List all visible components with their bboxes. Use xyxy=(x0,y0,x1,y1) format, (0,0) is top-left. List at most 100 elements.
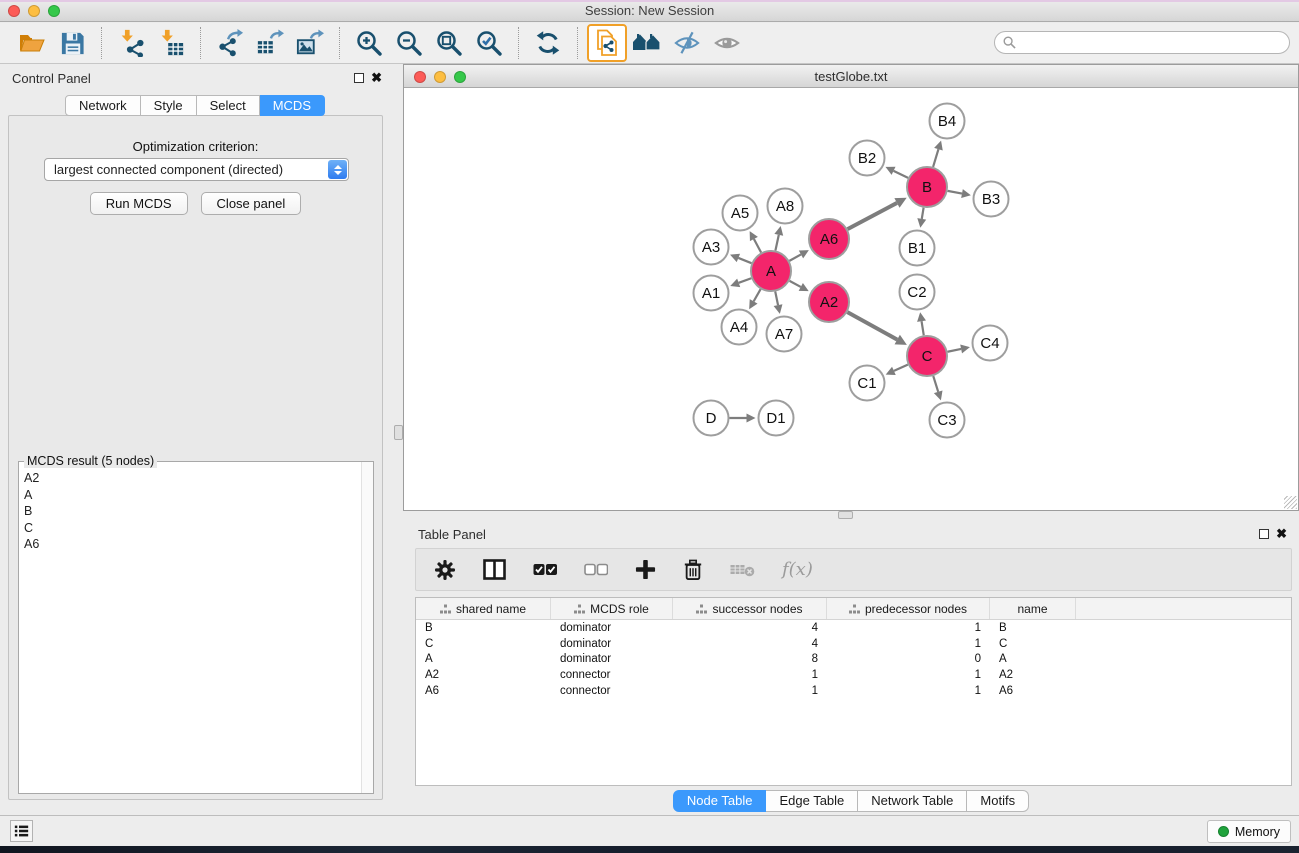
edge-A6-B[interactable] xyxy=(848,203,897,229)
edge-A-A7[interactable] xyxy=(775,292,778,306)
function-builder-button-disabled[interactable]: f(x) xyxy=(782,559,813,580)
table-row[interactable]: Adominator80A xyxy=(416,652,1291,668)
cell-shared-name[interactable]: C xyxy=(416,638,551,650)
cell-successor-nodes[interactable]: 8 xyxy=(673,653,827,665)
cell-predecessor-nodes[interactable]: 1 xyxy=(827,638,990,650)
table-settings-button[interactable] xyxy=(434,559,456,581)
cell-predecessor-nodes[interactable]: 1 xyxy=(827,669,990,681)
cell-mcds-role[interactable]: dominator xyxy=(551,622,673,634)
optimization-criterion-select[interactable]: largest connected component (directed) xyxy=(44,158,349,181)
table-row[interactable]: A2connector11A2 xyxy=(416,667,1291,683)
mcds-result-item[interactable]: A6 xyxy=(24,536,361,553)
cell-name[interactable]: A6 xyxy=(990,685,1076,697)
cell-shared-name[interactable]: A6 xyxy=(416,685,551,697)
tab-network-table[interactable]: Network Table xyxy=(858,790,967,812)
import-table-button[interactable] xyxy=(151,25,191,61)
edge-A-A5[interactable] xyxy=(754,239,761,252)
delete-row-button[interactable] xyxy=(683,559,703,581)
cell-name[interactable]: B xyxy=(990,622,1076,634)
cell-name[interactable]: A2 xyxy=(990,669,1076,681)
zoom-out-button[interactable] xyxy=(389,25,429,61)
mcds-result-item[interactable]: C xyxy=(24,520,361,537)
cell-mcds-role[interactable]: dominator xyxy=(551,653,673,665)
cell-successor-nodes[interactable]: 4 xyxy=(673,622,827,634)
search-input[interactable] xyxy=(1021,36,1281,50)
edge-C-C2[interactable] xyxy=(922,321,924,335)
close-panel-button[interactable]: Close panel xyxy=(201,192,302,215)
column-header-name[interactable]: name xyxy=(990,598,1076,619)
cell-shared-name[interactable]: A2 xyxy=(416,669,551,681)
create-column-button[interactable] xyxy=(635,559,656,580)
mcds-result-item[interactable]: A xyxy=(24,487,361,504)
edge-B-B1[interactable] xyxy=(922,208,924,219)
network-canvas[interactable]: AA1A2A3A4A5A6A7A8BB1B2B3B4CC1C2C3C4DD1 xyxy=(404,88,1298,510)
edge-C-C3[interactable] xyxy=(933,376,938,392)
cell-successor-nodes[interactable]: 1 xyxy=(673,685,827,697)
edge-A2-C[interactable] xyxy=(847,312,897,339)
edge-A-A1[interactable] xyxy=(739,278,752,283)
run-mcds-button[interactable]: Run MCDS xyxy=(90,192,188,215)
tab-mcds[interactable]: MCDS xyxy=(260,95,325,116)
edge-A-A3[interactable] xyxy=(738,258,751,263)
column-header-shared-name[interactable]: shared name xyxy=(416,598,551,619)
mcds-result-scrollbar[interactable] xyxy=(361,462,373,793)
cell-mcds-role[interactable]: dominator xyxy=(551,638,673,650)
search-field[interactable] xyxy=(994,31,1290,54)
tab-network[interactable]: Network xyxy=(65,95,141,116)
zoom-fit-button[interactable] xyxy=(429,25,469,61)
network-overview-button[interactable] xyxy=(587,24,627,62)
edge-A-A2[interactable] xyxy=(790,281,801,287)
cell-predecessor-nodes[interactable]: 1 xyxy=(827,622,990,634)
cell-successor-nodes[interactable]: 4 xyxy=(673,638,827,650)
cell-successor-nodes[interactable]: 1 xyxy=(673,669,827,681)
deselect-all-button[interactable] xyxy=(584,563,608,576)
edge-A-A8[interactable] xyxy=(775,235,778,251)
zoom-in-button[interactable] xyxy=(349,25,389,61)
tab-motifs[interactable]: Motifs xyxy=(967,790,1029,812)
edge-A-A6[interactable] xyxy=(789,254,801,260)
column-header-predecessor-nodes[interactable]: predecessor nodes xyxy=(827,598,990,619)
mcds-result-item[interactable]: B xyxy=(24,503,361,520)
export-table-button[interactable] xyxy=(250,25,290,61)
export-image-button[interactable] xyxy=(290,25,330,61)
vertical-splitter-grip[interactable] xyxy=(394,425,403,440)
mcds-result-item[interactable]: A2 xyxy=(24,470,361,487)
task-history-button[interactable] xyxy=(10,820,33,842)
delete-column-button-disabled[interactable] xyxy=(730,562,755,578)
cell-predecessor-nodes[interactable]: 1 xyxy=(827,685,990,697)
close-panel-icon[interactable]: ✖ xyxy=(371,70,382,86)
show-details-button[interactable] xyxy=(707,25,747,61)
edge-A-A4[interactable] xyxy=(754,289,761,301)
table-row[interactable]: A6connector11A6 xyxy=(416,683,1291,699)
cell-predecessor-nodes[interactable]: 0 xyxy=(827,653,990,665)
home-button[interactable] xyxy=(627,25,667,61)
cell-mcds-role[interactable]: connector xyxy=(551,685,673,697)
float-table-panel-icon[interactable] xyxy=(1259,529,1269,539)
tab-edge-table[interactable]: Edge Table xyxy=(766,790,858,812)
cell-shared-name[interactable]: A xyxy=(416,653,551,665)
cell-name[interactable]: C xyxy=(990,638,1076,650)
export-network-button[interactable] xyxy=(210,25,250,61)
tab-select[interactable]: Select xyxy=(197,95,260,116)
edge-B-B4[interactable] xyxy=(933,149,938,167)
edge-C-C4[interactable] xyxy=(948,349,962,352)
cell-shared-name[interactable]: B xyxy=(416,622,551,634)
memory-button[interactable]: Memory xyxy=(1207,820,1291,843)
open-session-button[interactable] xyxy=(12,25,52,61)
column-header-successor-nodes[interactable]: successor nodes xyxy=(673,598,827,619)
resize-grip-icon[interactable] xyxy=(1284,496,1297,509)
zoom-selected-button[interactable] xyxy=(469,25,509,61)
cell-name[interactable]: A xyxy=(990,653,1076,665)
edge-B-B3[interactable] xyxy=(948,191,962,194)
select-all-button[interactable] xyxy=(533,563,557,576)
column-header-mcds-role[interactable]: MCDS role xyxy=(551,598,673,619)
import-network-button[interactable] xyxy=(111,25,151,61)
float-panel-icon[interactable] xyxy=(354,73,364,83)
refresh-button[interactable] xyxy=(528,25,568,61)
tab-style[interactable]: Style xyxy=(141,95,197,116)
edge-C-C1[interactable] xyxy=(894,365,908,371)
tab-node-table[interactable]: Node Table xyxy=(673,790,767,812)
close-table-panel-icon[interactable]: ✖ xyxy=(1276,526,1287,542)
table-row[interactable]: Cdominator41C xyxy=(416,636,1291,652)
cell-mcds-role[interactable]: connector xyxy=(551,669,673,681)
